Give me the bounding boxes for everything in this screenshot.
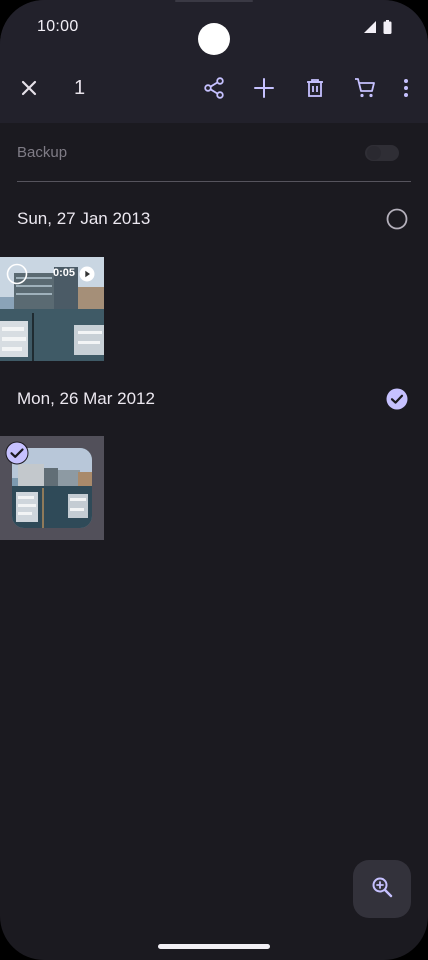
photo-thumbnail[interactable] [0,436,104,540]
add-to-album-button[interactable] [246,70,282,110]
backup-label: Backup [17,144,68,161]
signal-icon [363,20,377,39]
video-thumbnail[interactable]: 0:05 [0,257,104,361]
check-circle-icon [386,388,408,414]
play-icon [79,266,95,282]
toggle-knob [367,146,381,160]
selected-count: 1 [74,77,86,99]
camera-cutout [198,23,230,55]
select-item-checkbox[interactable] [6,263,28,285]
circle-outline-icon [6,263,28,285]
status-icons [363,20,392,39]
speaker-slot [175,0,253,2]
order-prints-button[interactable] [347,70,383,110]
share-button[interactable] [196,70,232,110]
select-group-checkbox[interactable] [386,208,408,230]
selection-action-bar: 1 [0,56,428,123]
close-icon [19,78,39,103]
video-duration: 0:05 [53,267,76,279]
phone-screen: 10:00 1 Backup Sun, 27 Jan 2013 0:05 Mon… [0,0,428,960]
delete-icon [304,77,326,104]
circle-outline-icon [386,208,408,234]
date-label: Mon, 26 Mar 2012 [17,389,155,408]
cart-icon [353,76,377,105]
delete-button[interactable] [297,70,333,110]
check-circle-icon [5,441,29,465]
add-icon [253,77,275,104]
share-icon [202,76,226,105]
home-indicator[interactable] [158,944,270,949]
backup-toggle[interactable] [365,145,399,161]
date-header: Mon, 26 Mar 2012 [17,384,411,414]
more-vert-icon [403,78,409,103]
select-item-checkbox[interactable] [5,441,29,465]
more-options-button[interactable] [388,70,424,110]
status-bar: 10:00 [0,0,428,56]
select-group-checkbox[interactable] [386,388,408,410]
date-header: Sun, 27 Jan 2013 [17,204,411,234]
date-label: Sun, 27 Jan 2013 [17,209,151,228]
close-selection-button[interactable] [11,70,47,110]
status-time: 10:00 [37,18,79,35]
zoom-button[interactable] [353,860,411,918]
battery-icon [383,20,392,39]
backup-row: Backup [17,142,411,166]
divider [17,181,411,182]
zoom-in-icon [371,876,393,903]
